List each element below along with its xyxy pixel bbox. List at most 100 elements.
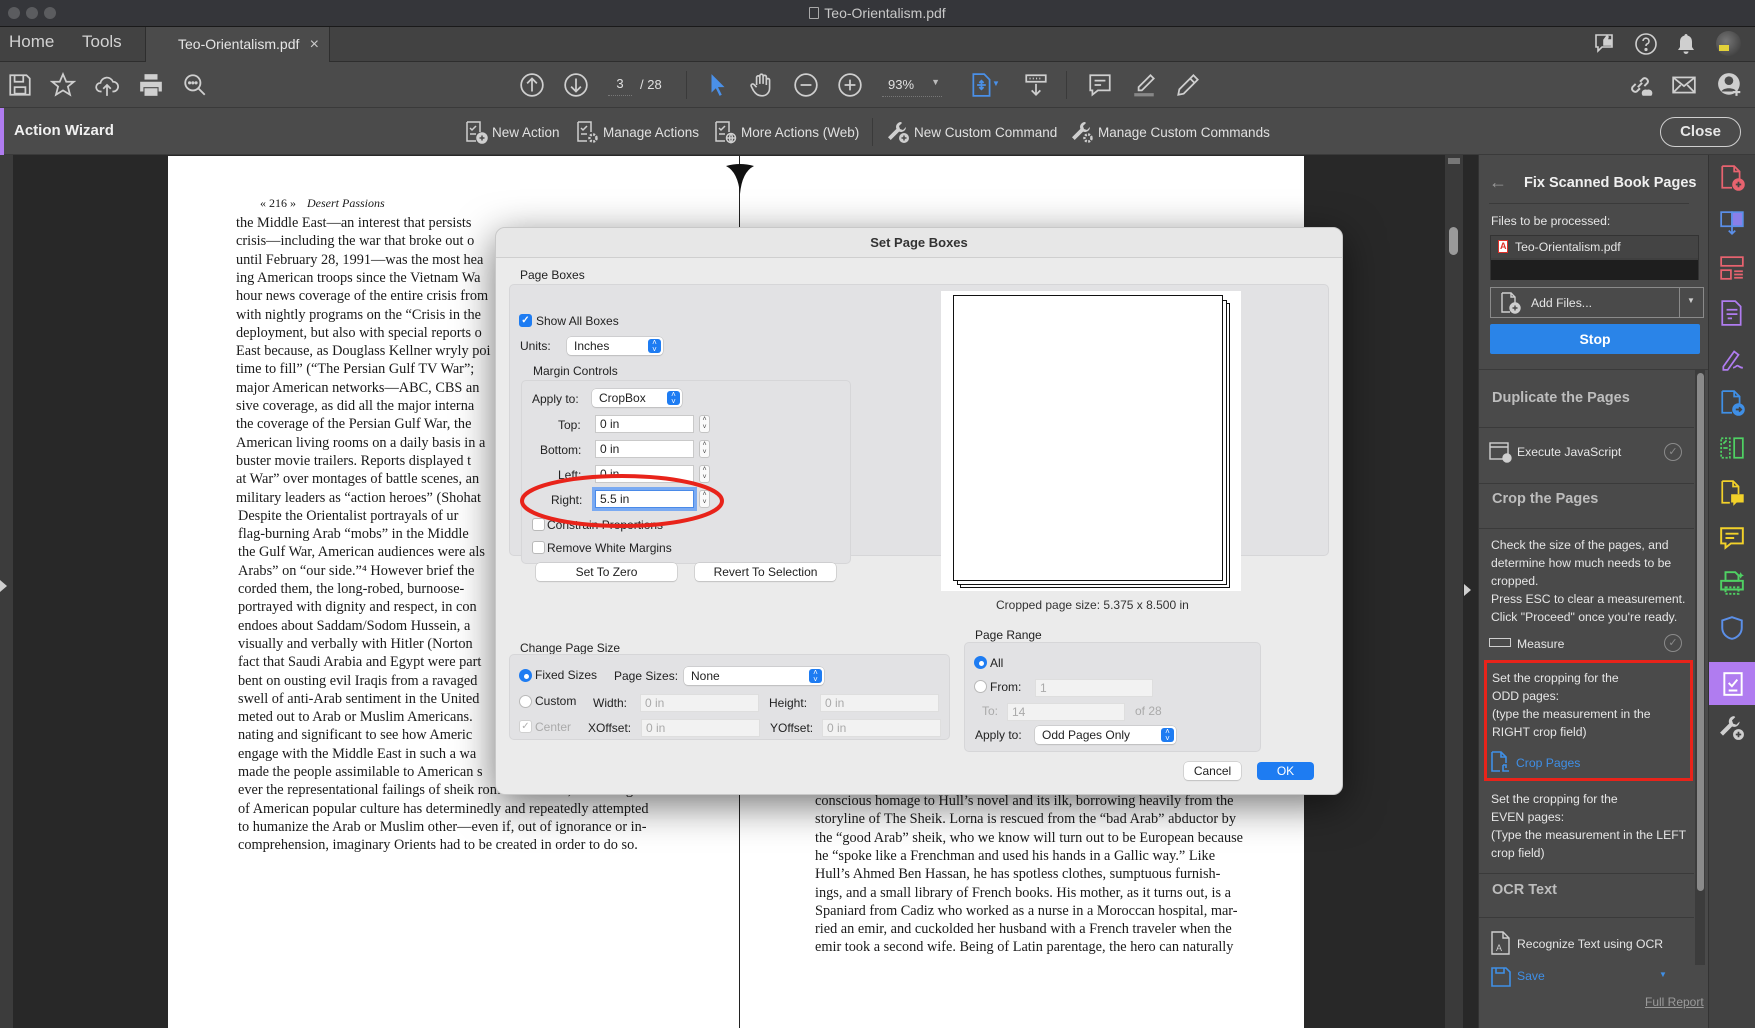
top-margin-stepper[interactable]: ˄ ˅ xyxy=(699,415,710,433)
fit-page-dropdown-icon[interactable]: ▼ xyxy=(992,79,1000,88)
highlight-icon[interactable] xyxy=(1130,71,1158,99)
star-icon[interactable] xyxy=(49,71,77,99)
apply-to-select[interactable]: CropBox ˄ ˅ xyxy=(592,389,682,407)
cancel-button[interactable]: Cancel xyxy=(1184,762,1241,780)
collapse-right-panel-icon[interactable] xyxy=(1464,584,1471,596)
step-recognize-text[interactable]: A Recognize Text using OCR xyxy=(1489,925,1689,959)
window-minimize-button[interactable] xyxy=(26,7,38,19)
fixed-sizes-radio[interactable] xyxy=(519,669,532,682)
select-cursor-icon[interactable] xyxy=(704,71,732,99)
fill-sign-icon[interactable] xyxy=(1719,345,1745,371)
more-tools-icon[interactable] xyxy=(1719,715,1745,741)
page-number-input[interactable]: 3 xyxy=(608,76,632,96)
steps-list[interactable]: Duplicate the Pages Execute JavaScript ✓… xyxy=(1479,370,1694,965)
left-margin-input[interactable]: 0 in xyxy=(595,465,694,483)
tab-document[interactable]: Teo-Orientalism.pdf × xyxy=(145,27,330,62)
more-actions-web-button[interactable]: More Actions (Web) xyxy=(713,120,859,144)
edit-pdf-icon[interactable] xyxy=(1719,300,1745,326)
tab-home[interactable]: Home xyxy=(9,32,54,52)
section-duplicate-pages[interactable]: Duplicate the Pages xyxy=(1492,390,1630,406)
units-select[interactable]: Inches ˄ ˅ xyxy=(567,337,663,355)
window-close-button[interactable] xyxy=(8,7,20,19)
step-execute-javascript[interactable]: Execute JavaScript ✓ xyxy=(1489,433,1689,473)
page-sizes-select[interactable]: None ˄ ˅ xyxy=(684,667,824,685)
zoom-level-select[interactable]: 93% ▼ xyxy=(882,75,942,97)
hand-icon[interactable] xyxy=(748,71,776,99)
bottom-margin-input[interactable]: 0 in xyxy=(595,440,694,458)
notifications-icon[interactable] xyxy=(1674,32,1698,56)
step-measure[interactable]: Measure ✓ xyxy=(1489,632,1689,656)
page-up-icon[interactable] xyxy=(518,71,546,99)
remove-white-margins-checkbox[interactable] xyxy=(532,541,545,554)
page-down-icon[interactable] xyxy=(562,71,590,99)
scrollbar-thumb[interactable] xyxy=(1449,227,1458,255)
document-scrollbar[interactable] xyxy=(1445,155,1463,1028)
right-margin-input[interactable]: 5.5 in xyxy=(595,490,694,508)
cloud-upload-icon[interactable] xyxy=(93,71,121,99)
bottom-margin-stepper[interactable]: ˄ ˅ xyxy=(699,440,710,458)
manage-actions-button[interactable]: Manage Actions xyxy=(575,120,699,144)
save-icon[interactable] xyxy=(6,71,34,99)
file-item[interactable]: A Teo-Orientalism.pdf xyxy=(1491,236,1698,258)
section-ocr-text[interactable]: OCR Text xyxy=(1492,882,1557,898)
from-radio[interactable] xyxy=(974,680,987,693)
add-files-button[interactable]: Add Files... xyxy=(1490,287,1680,318)
zoom-in-icon[interactable] xyxy=(836,71,864,99)
help-icon[interactable] xyxy=(1634,32,1658,56)
window-zoom-button[interactable] xyxy=(44,7,56,19)
email-icon[interactable] xyxy=(1670,71,1698,99)
new-custom-command-button[interactable]: New Custom Command xyxy=(886,120,1057,144)
left-margin-stepper[interactable]: ˄ ˅ xyxy=(699,465,710,483)
stop-button[interactable]: Stop xyxy=(1490,324,1700,354)
from-page-input[interactable]: 1 xyxy=(1035,679,1153,697)
xoffset-input[interactable]: 0 in xyxy=(641,719,760,737)
step-crop-odd-pages[interactable]: Set the cropping for the ODD pages: (typ… xyxy=(1484,660,1693,781)
comment-icon[interactable] xyxy=(1719,525,1745,551)
share-link-icon[interactable] xyxy=(1626,71,1654,99)
print-production-icon[interactable] xyxy=(1719,570,1745,596)
show-all-boxes-checkbox[interactable]: ✓ xyxy=(519,314,532,327)
range-apply-to-select[interactable]: Odd Pages Only ˄ ˅ xyxy=(1035,726,1176,744)
organize-pages-icon[interactable] xyxy=(1719,255,1745,281)
file-list[interactable]: A Teo-Orientalism.pdf xyxy=(1490,235,1699,280)
all-pages-radio[interactable] xyxy=(974,656,987,669)
constrain-proportions-checkbox[interactable] xyxy=(532,518,545,531)
action-wizard-tool-active[interactable] xyxy=(1709,662,1755,705)
yoffset-input[interactable]: 0 in xyxy=(822,719,941,737)
crop-pages-link[interactable]: Crop Pages xyxy=(1490,751,1640,775)
top-margin-input[interactable]: 0 in xyxy=(595,415,694,433)
export-pdf-icon[interactable] xyxy=(1719,390,1745,416)
add-user-icon[interactable] xyxy=(1716,71,1744,99)
expand-left-panel-icon[interactable] xyxy=(0,580,7,592)
compare-icon[interactable] xyxy=(1719,435,1745,461)
height-input[interactable]: 0 in xyxy=(820,694,939,712)
zoom-out-icon[interactable] xyxy=(792,71,820,99)
manage-custom-commands-button[interactable]: Manage Custom Commands xyxy=(1070,120,1270,144)
avatar[interactable] xyxy=(1716,31,1741,56)
custom-radio[interactable] xyxy=(519,695,532,708)
full-report-link[interactable]: Full Report xyxy=(1645,995,1704,1009)
close-action-wizard-button[interactable]: Close xyxy=(1660,117,1741,147)
ok-button[interactable]: OK xyxy=(1257,762,1314,780)
save-dropdown-icon[interactable]: ▼ xyxy=(1659,970,1667,979)
protect-icon[interactable] xyxy=(1719,615,1745,641)
panel-scrollbar-thumb[interactable] xyxy=(1697,373,1704,891)
back-arrow-icon[interactable]: ← xyxy=(1489,172,1507,193)
pencil-icon[interactable] xyxy=(1174,71,1202,99)
to-page-input[interactable]: 14 xyxy=(1007,703,1125,721)
search-icon[interactable] xyxy=(181,71,209,99)
section-crop-pages[interactable]: Crop the Pages xyxy=(1492,491,1598,507)
create-pdf-icon[interactable] xyxy=(1719,165,1745,191)
comment-file-icon[interactable] xyxy=(1719,480,1745,506)
close-tab-icon[interactable]: × xyxy=(310,27,319,62)
width-input[interactable]: 0 in xyxy=(640,694,759,712)
center-checkbox[interactable]: ✓ xyxy=(519,720,532,733)
scroll-mode-icon[interactable] xyxy=(1022,71,1050,99)
set-to-zero-button[interactable]: Set To Zero xyxy=(536,563,677,581)
save-step[interactable]: Save ▼ xyxy=(1489,965,1689,987)
feedback-icon[interactable] xyxy=(1594,32,1618,56)
revert-to-selection-button[interactable]: Revert To Selection xyxy=(695,563,836,581)
new-action-button[interactable]: New Action xyxy=(464,120,560,144)
print-icon[interactable] xyxy=(137,71,165,99)
tab-tools[interactable]: Tools xyxy=(82,32,122,52)
